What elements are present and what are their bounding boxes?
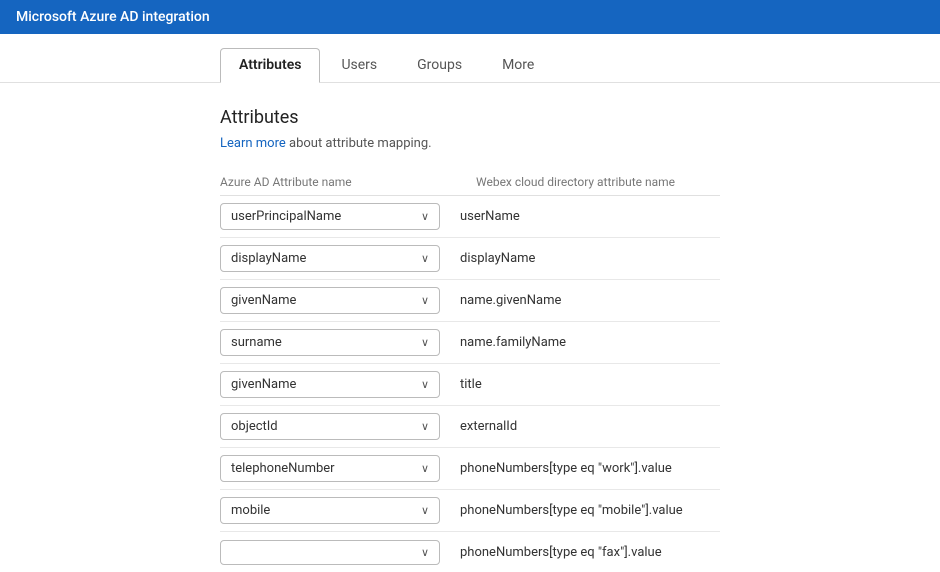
table-row: mobile ∨ phoneNumbers[type eq "mobile"].va…	[220, 490, 720, 532]
attribute-dropdown[interactable]: telephoneNumber ∨	[220, 455, 440, 482]
rows-container: userPrincipalName∨userNamedisplayName∨di…	[220, 196, 720, 572]
tab-attributes[interactable]: Attributes	[220, 48, 320, 83]
tab-more[interactable]: More	[483, 48, 553, 82]
table-row: ∨ phoneNumbers[type eq "fax"].value	[220, 532, 720, 572]
chevron-down-icon: ∨	[421, 504, 429, 517]
dropdown-label: givenName	[231, 377, 296, 392]
attribute-dropdown[interactable]: ∨	[220, 540, 440, 565]
chevron-down-icon: ∨	[421, 378, 429, 391]
attribute-dropdown[interactable]: mobile ∨	[220, 497, 440, 524]
chevron-down-icon: ∨	[421, 294, 429, 307]
dropdown-label: displayName	[231, 251, 306, 266]
column-headers: Azure AD Attribute name Webex cloud dire…	[220, 171, 720, 196]
title-bar: Microsoft Azure AD integration	[0, 0, 940, 34]
dropdown-label: surname	[231, 335, 282, 350]
col-header-left: Azure AD Attribute name	[220, 175, 460, 189]
dropdown-label: objectId	[231, 419, 278, 434]
attribute-value: phoneNumbers[type eq "work"].value	[440, 461, 720, 476]
table-row: telephoneNumber ∨ phoneNumbers[type eq "wo…	[220, 448, 720, 490]
attributes-table: Azure AD Attribute name Webex cloud dire…	[220, 171, 720, 572]
attribute-dropdown[interactable]: displayName ∨	[220, 245, 440, 272]
learn-more-suffix: about attribute mapping.	[286, 136, 432, 151]
table-row: objectId ∨ externalId	[220, 406, 720, 448]
tabs-bar: Attributes Users Groups More	[0, 34, 940, 83]
section-title: Attributes	[220, 107, 720, 128]
attribute-value: userName	[440, 209, 720, 224]
chevron-down-icon: ∨	[421, 462, 429, 475]
attribute-value: phoneNumbers[type eq "fax"].value	[440, 545, 720, 560]
learn-more-link[interactable]: Learn more	[220, 136, 286, 151]
content-area: Attributes Learn more about attribute ma…	[0, 83, 940, 572]
table-row: surname ∨ name.familyName	[220, 322, 720, 364]
table-row: displayName ∨ displayName	[220, 238, 720, 280]
learn-more-text: Learn more about attribute mapping.	[220, 136, 720, 151]
tab-groups[interactable]: Groups	[398, 48, 481, 82]
app-container: Microsoft Azure AD integration Attribute…	[0, 0, 940, 572]
chevron-down-icon: ∨	[421, 210, 429, 223]
table-row: givenName ∨ name.givenName	[220, 280, 720, 322]
attribute-value: title	[440, 377, 720, 392]
attribute-dropdown[interactable]: userPrincipalName ∨	[220, 203, 440, 230]
dropdown-label: userPrincipalName	[231, 209, 341, 224]
chevron-down-icon: ∨	[421, 252, 429, 265]
dropdown-label: givenName	[231, 293, 296, 308]
attribute-value: name.familyName	[440, 335, 720, 350]
dropdown-label: telephoneNumber	[231, 461, 335, 476]
attribute-dropdown[interactable]: givenName ∨	[220, 371, 440, 398]
attribute-dropdown[interactable]: givenName ∨	[220, 287, 440, 314]
chevron-down-icon: ∨	[421, 420, 429, 433]
chevron-down-icon: ∨	[421, 546, 429, 559]
title-bar-label: Microsoft Azure AD integration	[16, 9, 210, 25]
dropdown-label: mobile	[231, 503, 270, 518]
table-row: givenName ∨ title	[220, 364, 720, 406]
attribute-value: displayName	[440, 251, 720, 266]
attribute-value: name.givenName	[440, 293, 720, 308]
attribute-dropdown[interactable]: objectId ∨	[220, 413, 440, 440]
attribute-value: phoneNumbers[type eq "mobile"].value	[440, 503, 720, 518]
main-content: Attributes Users Groups More Attributes …	[0, 34, 940, 572]
table-row: userPrincipalName ∨ userName	[220, 196, 720, 238]
attribute-value: externalId	[440, 419, 720, 434]
attribute-dropdown[interactable]: surname ∨	[220, 329, 440, 356]
chevron-down-icon: ∨	[421, 336, 429, 349]
tab-users[interactable]: Users	[322, 48, 396, 82]
col-header-right: Webex cloud directory attribute name	[460, 175, 720, 189]
